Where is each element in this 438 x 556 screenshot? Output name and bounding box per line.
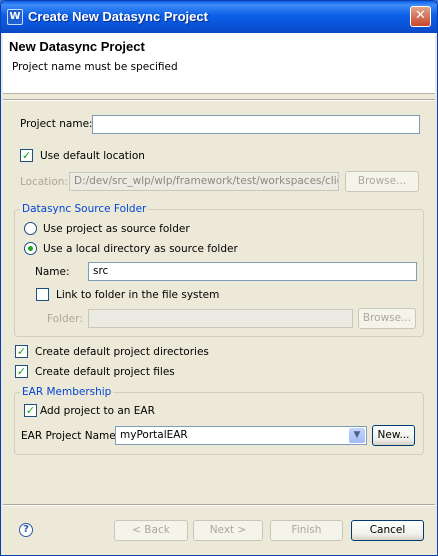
page-title: New Datasync Project [9, 39, 145, 54]
create-files-label[interactable]: Create default project files [35, 366, 175, 378]
project-name-label: Project name: [20, 118, 93, 130]
folder-input [88, 309, 353, 328]
help-icon[interactable]: ? [19, 523, 33, 537]
use-project-source-label[interactable]: Use project as source folder [43, 223, 190, 235]
finish-button: Finish [270, 520, 343, 541]
ear-project-value: myPortalEAR [120, 429, 188, 441]
window-title: Create New Datasync Project [28, 9, 208, 24]
ear-project-select[interactable]: myPortalEAR ▼ [115, 426, 367, 445]
source-folder-group-title: Datasync Source Folder [20, 203, 149, 215]
cancel-button[interactable]: Cancel [351, 520, 424, 541]
header-separator [3, 99, 435, 101]
add-to-ear-checkbox[interactable]: ✓ [24, 404, 37, 417]
use-default-location-checkbox[interactable]: ✓ [20, 149, 33, 162]
use-project-source-radio[interactable] [24, 222, 37, 235]
footer-separator [3, 504, 435, 506]
app-icon: W [7, 9, 23, 25]
use-default-location-label[interactable]: Use default location [40, 150, 145, 162]
add-to-ear-label[interactable]: Add project to an EAR [40, 405, 155, 417]
create-files-checkbox[interactable]: ✓ [15, 365, 28, 378]
next-button: Next > [193, 520, 263, 541]
folder-label: Folder: [47, 313, 83, 325]
link-folder-label[interactable]: Link to folder in the file system [56, 289, 219, 301]
link-folder-checkbox[interactable] [36, 288, 49, 301]
ear-membership-group-title: EAR Membership [20, 386, 114, 398]
source-name-label: Name: [35, 266, 70, 278]
location-input: D:/dev/src_wlp/wlp/framework/test/worksp… [69, 172, 339, 191]
title-bar[interactable]: W Create New Datasync Project ✕ [1, 1, 437, 33]
location-browse-button: Browse... [345, 171, 419, 192]
ear-membership-group [14, 392, 424, 455]
create-directories-label[interactable]: Create default project directories [35, 346, 209, 358]
create-directories-checkbox[interactable]: ✓ [15, 345, 28, 358]
back-button: < Back [114, 520, 188, 541]
source-name-input[interactable]: src [88, 262, 417, 281]
close-button[interactable]: ✕ [410, 6, 431, 27]
folder-browse-button: Browse... [358, 308, 416, 329]
page-message: Project name must be specified [12, 61, 178, 73]
use-local-directory-radio[interactable] [24, 242, 37, 255]
new-ear-button[interactable]: New... [372, 425, 415, 446]
location-label: Location: [20, 176, 68, 188]
ear-project-name-label: EAR Project Name [21, 430, 116, 442]
wizard-header: New Datasync Project Project name must b… [3, 33, 435, 94]
project-name-input[interactable] [92, 115, 420, 134]
dialog-window: W Create New Datasync Project ✕ New Data… [0, 0, 438, 556]
use-local-directory-label[interactable]: Use a local directory as source folder [43, 243, 238, 255]
chevron-down-icon[interactable]: ▼ [349, 428, 365, 443]
